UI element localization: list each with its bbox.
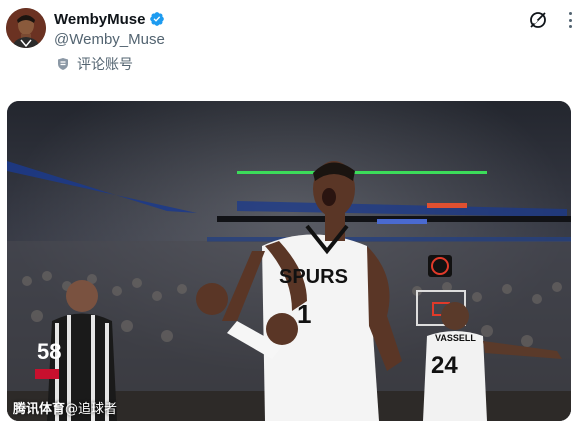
grok-icon xyxy=(530,12,546,28)
badge-label: 评论账号 xyxy=(77,56,133,72)
tweet-header: WembyMuse @Wemby_Muse xyxy=(54,10,165,49)
more-button[interactable] xyxy=(562,12,578,28)
display-name[interactable]: WembyMuse xyxy=(54,11,145,28)
shield-icon xyxy=(56,57,70,71)
ref-number: 58 xyxy=(37,339,61,364)
grok-button[interactable] xyxy=(528,10,548,30)
more-icon xyxy=(568,12,572,15)
opponent-number: 24 xyxy=(431,352,458,379)
tweet-media[interactable]: 58 VASSELL 24 SPURS 1 腾讯体育@追球者 xyxy=(7,101,571,421)
verified-badge-icon xyxy=(149,11,165,27)
name-row: WembyMuse xyxy=(54,10,165,28)
affiliation-badge[interactable]: 评论账号 xyxy=(56,54,133,74)
media-image: 58 VASSELL 24 SPURS 1 xyxy=(7,101,571,421)
jersey-number: 1 xyxy=(297,299,311,329)
user-handle[interactable]: @Wemby_Muse xyxy=(54,31,165,48)
watermark-brand: 腾讯体育 xyxy=(13,402,66,417)
jersey-text: SPURS xyxy=(279,266,348,288)
avatar-image xyxy=(6,8,46,48)
opponent-name: VASSELL xyxy=(435,333,476,343)
media-watermark: 腾讯体育@追球者 xyxy=(13,398,117,417)
avatar[interactable] xyxy=(6,8,46,48)
watermark-user: @追球者 xyxy=(65,402,118,417)
